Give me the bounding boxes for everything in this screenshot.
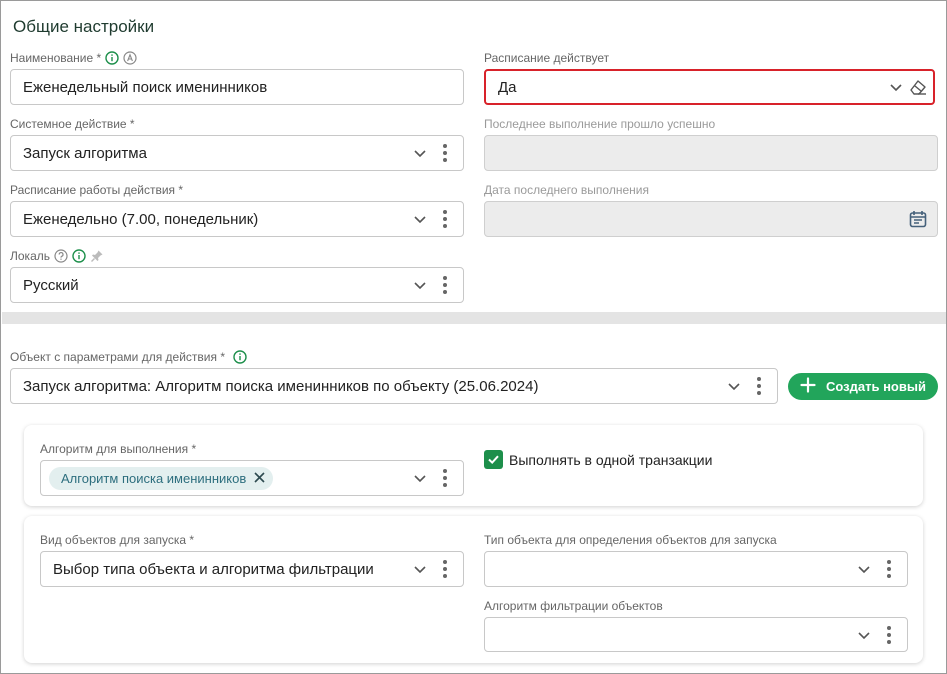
more-icon[interactable] xyxy=(435,558,455,580)
action-schedule-value: Еженедельно (7.00, понедельник) xyxy=(23,210,259,228)
eraser-icon[interactable] xyxy=(909,78,927,96)
single-transaction-label: Выполнять в одной транзакции xyxy=(509,451,713,468)
calendar-icon[interactable] xyxy=(907,208,929,230)
translate-icon[interactable] xyxy=(123,51,137,65)
pin-icon[interactable] xyxy=(90,249,104,263)
schedule-active-label: Расписание действует xyxy=(484,51,610,65)
schedule-active-select[interactable]: Да xyxy=(484,69,935,105)
object-type-select[interactable] xyxy=(484,551,908,587)
chevron-down-icon[interactable] xyxy=(855,626,873,644)
filter-algorithm-select[interactable] xyxy=(484,617,908,652)
chip-remove-icon[interactable] xyxy=(254,471,265,486)
more-icon[interactable] xyxy=(879,624,899,646)
locale-label: Локаль xyxy=(10,249,50,263)
schedule-active-value: Да xyxy=(498,78,517,96)
more-icon[interactable] xyxy=(435,467,455,489)
section-title: Общие настройки xyxy=(13,17,155,36)
chevron-down-icon[interactable] xyxy=(411,560,429,578)
create-new-label: Создать новый xyxy=(826,379,926,394)
more-icon[interactable] xyxy=(879,558,899,580)
more-icon[interactable] xyxy=(749,375,769,397)
chevron-down-icon[interactable] xyxy=(411,210,429,228)
chevron-down-icon[interactable] xyxy=(725,377,743,395)
filter-algorithm-label: Алгоритм фильтрации объектов xyxy=(484,599,663,613)
system-action-label: Системное действие * xyxy=(10,117,135,131)
more-icon[interactable] xyxy=(435,208,455,230)
last-run-success-label: Последнее выполнение прошло успешно xyxy=(484,117,716,131)
system-action-value: Запуск алгоритма xyxy=(23,144,147,162)
action-schedule-select[interactable]: Еженедельно (7.00, понедельник) xyxy=(10,201,464,237)
create-new-button[interactable]: Создать новый xyxy=(788,373,938,400)
last-run-date-field xyxy=(484,201,938,237)
objects-kind-select[interactable]: Выбор типа объекта и алгоритма фильтраци… xyxy=(40,551,464,587)
params-object-label: Объект с параметрами для действия * xyxy=(10,350,225,364)
algorithm-chip[interactable]: Алгоритм поиска именинников xyxy=(49,466,274,490)
more-icon[interactable] xyxy=(435,274,455,296)
name-label-row: Наименование * xyxy=(10,51,137,65)
info-icon[interactable] xyxy=(233,350,247,364)
object-type-label: Тип объекта для определения объектов для… xyxy=(484,533,777,547)
objects-kind-label: Вид объектов для запуска * xyxy=(40,533,195,547)
chevron-down-icon[interactable] xyxy=(411,276,429,294)
info-icon[interactable] xyxy=(72,249,86,263)
params-object-select[interactable]: Запуск алгоритма: Алгоритм поиска именин… xyxy=(10,368,778,404)
algorithm-value-wrap: Алгоритм поиска именинников xyxy=(49,466,411,490)
locale-select[interactable]: Русский xyxy=(10,267,464,303)
algorithm-label: Алгоритм для выполнения * xyxy=(40,442,197,456)
chevron-down-icon[interactable] xyxy=(855,560,873,578)
section-divider xyxy=(2,312,946,324)
name-value: Еженедельный поиск именинников xyxy=(23,78,268,96)
last-run-date-label: Дата последнего выполнения xyxy=(484,183,649,197)
check-icon xyxy=(488,455,499,465)
last-run-success-field xyxy=(484,135,938,171)
params-object-label-row: Объект с параметрами для действия * xyxy=(10,350,247,364)
algorithm-multiselect[interactable]: Алгоритм поиска именинников xyxy=(40,460,464,496)
help-icon[interactable] xyxy=(54,249,68,263)
algorithm-chip-label: Алгоритм поиска именинников xyxy=(61,470,247,486)
chevron-down-icon[interactable] xyxy=(411,144,429,162)
chevron-down-icon[interactable] xyxy=(411,469,429,487)
params-object-value: Запуск алгоритма: Алгоритм поиска именин… xyxy=(23,377,539,395)
objects-kind-value: Выбор типа объекта и алгоритма фильтраци… xyxy=(53,560,374,578)
settings-window: Общие настройки Наименование * Еженедель… xyxy=(0,0,947,674)
chevron-down-icon[interactable] xyxy=(887,78,905,96)
more-icon[interactable] xyxy=(435,142,455,164)
action-schedule-label: Расписание работы действия * xyxy=(10,183,184,197)
plus-icon xyxy=(800,377,816,396)
locale-value: Русский xyxy=(23,276,79,294)
single-transaction-checkbox[interactable] xyxy=(484,450,503,469)
system-action-select[interactable]: Запуск алгоритма xyxy=(10,135,464,171)
info-icon[interactable] xyxy=(105,51,119,65)
single-transaction-row: Выполнять в одной транзакции xyxy=(484,450,712,469)
name-label: Наименование * xyxy=(10,51,102,65)
locale-label-row: Локаль xyxy=(10,249,104,263)
name-field[interactable]: Еженедельный поиск именинников xyxy=(10,69,464,105)
